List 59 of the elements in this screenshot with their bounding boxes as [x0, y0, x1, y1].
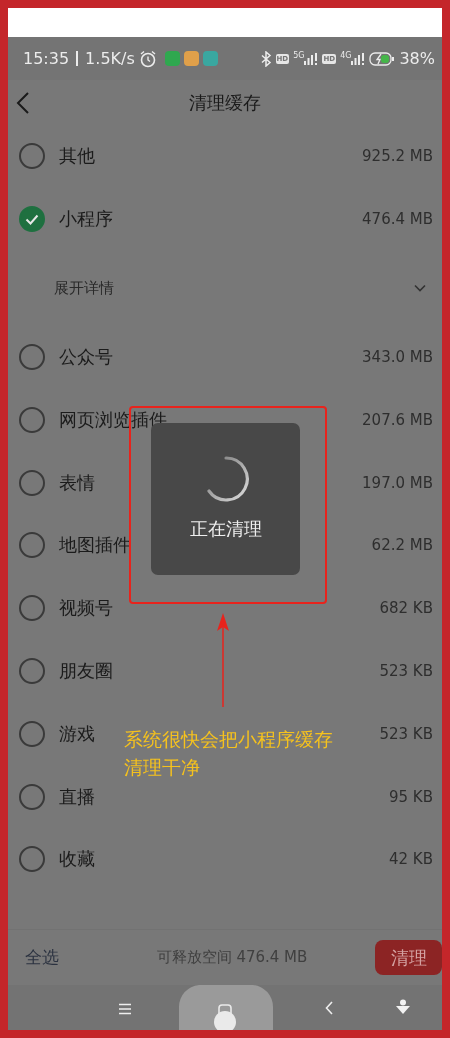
expand-details-link[interactable]: 展开详情 — [54, 278, 414, 298]
annotation-caption: 系统很快会把小程序缓存 — [124, 727, 333, 752]
signal-icon — [304, 51, 319, 66]
divider-bar — [76, 51, 79, 66]
cache-size: 476.4 MB — [362, 210, 433, 229]
checkbox[interactable] — [19, 469, 45, 496]
checkbox[interactable] — [19, 783, 45, 810]
battery-icon — [369, 51, 396, 66]
network-type: 4G — [340, 51, 352, 60]
chevron-down-icon — [414, 284, 426, 293]
bluetooth-icon — [259, 50, 272, 67]
battery-percent: 38% — [399, 49, 435, 68]
cache-size: 207.6 MB — [362, 410, 433, 429]
network-speed: 1.5K/s — [85, 49, 135, 68]
toast-text: 正在清理 — [189, 517, 262, 541]
category-label: 视频号 — [59, 596, 113, 621]
mail-app-icon — [183, 51, 199, 66]
clean-button[interactable]: 清理 — [375, 940, 442, 975]
cache-size: 682 KB — [379, 599, 433, 618]
checkbox[interactable] — [19, 720, 45, 747]
category-label: 收藏 — [59, 847, 95, 872]
checkbox[interactable] — [19, 206, 45, 233]
cache-size: 42 KB — [389, 850, 433, 869]
category-label: 其他 — [59, 144, 95, 169]
category-label: 表情 — [59, 470, 95, 495]
checkbox[interactable] — [19, 406, 45, 433]
cache-size: 197.0 MB — [362, 473, 433, 492]
cache-size: 62.2 MB — [371, 536, 433, 555]
category-label: 游戏 — [59, 721, 95, 746]
home-button-icon[interactable] — [179, 985, 273, 1030]
select-all-link[interactable]: 全选 — [25, 946, 59, 969]
cache-size: 523 KB — [379, 724, 433, 743]
back-icon[interactable] — [16, 92, 30, 114]
checkbox[interactable] — [19, 846, 45, 873]
category-label: 地图插件 — [59, 533, 131, 558]
checkbox[interactable] — [19, 532, 45, 559]
network-type: 5G — [293, 51, 305, 60]
signal-icon — [351, 51, 366, 66]
annotation-caption: 清理干净 — [124, 755, 201, 780]
check-icon — [25, 213, 39, 225]
chat-app-icon — [164, 51, 180, 66]
category-label: 朋友圈 — [59, 658, 113, 683]
app-icon — [202, 51, 218, 66]
category-label: 小程序 — [59, 207, 113, 232]
category-label: 公众号 — [59, 345, 113, 369]
cache-size: 95 KB — [389, 787, 433, 806]
download-icon[interactable] — [395, 999, 411, 1015]
cache-size: 343.0 MB — [362, 348, 433, 366]
menu-icon[interactable] — [118, 1003, 132, 1015]
page-title: 清理缓存 — [189, 90, 261, 115]
checkbox[interactable] — [19, 657, 45, 684]
checkbox[interactable] — [19, 344, 45, 370]
checkbox[interactable] — [19, 143, 45, 170]
alarm-icon — [138, 49, 157, 68]
cache-size: 523 KB — [379, 661, 433, 680]
category-label: 直播 — [59, 784, 95, 809]
clock-time: 15:35 — [23, 49, 70, 68]
cache-size: 925.2 MB — [362, 147, 433, 166]
checkbox[interactable] — [19, 595, 45, 622]
